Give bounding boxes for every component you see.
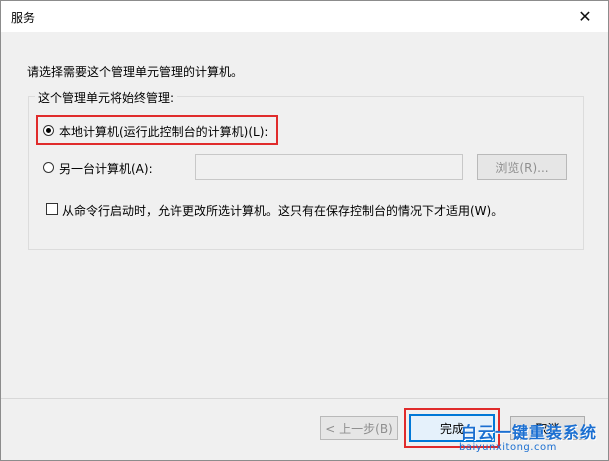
footer-separator [1,398,608,399]
allow-change-label: 从命令行启动时，允许更改所选计算机。这只有在保存控制台的情况下才适用(W)。 [62,204,504,218]
allow-change-checkbox[interactable] [46,203,58,215]
local-computer-label: 本地计算机(运行此控制台的计算机)(L): [59,125,269,139]
back-button[interactable]: < 上一步(B) [320,416,398,440]
watermark-url: baiyunxitong.com [459,442,557,453]
close-icon: ✕ [578,7,592,26]
another-computer-label: 另一台计算机(A): [59,162,153,176]
group-label: 这个管理单元将始终管理: [35,89,178,106]
window-title: 服务 [11,11,36,25]
dialog-prompt: 请选择需要这个管理单元管理的计算机。 [27,65,244,79]
local-computer-radio[interactable] [43,125,54,136]
site-watermark: 白云一键重装系统 baiyunxitong.com [453,419,603,459]
services-dialog-window: 服务 ✕ 请选择需要这个管理单元管理的计算机。 这个管理单元将始终管理: 本地计… [0,0,609,461]
watermark-text: 白云一键重装系统 [461,423,598,442]
title-bar: 服务 ✕ [1,1,608,32]
another-computer-radio[interactable] [43,162,54,173]
browse-button[interactable]: 浏览(R)... [477,154,567,180]
another-computer-name-field[interactable] [195,154,463,180]
close-button[interactable]: ✕ [562,1,608,32]
